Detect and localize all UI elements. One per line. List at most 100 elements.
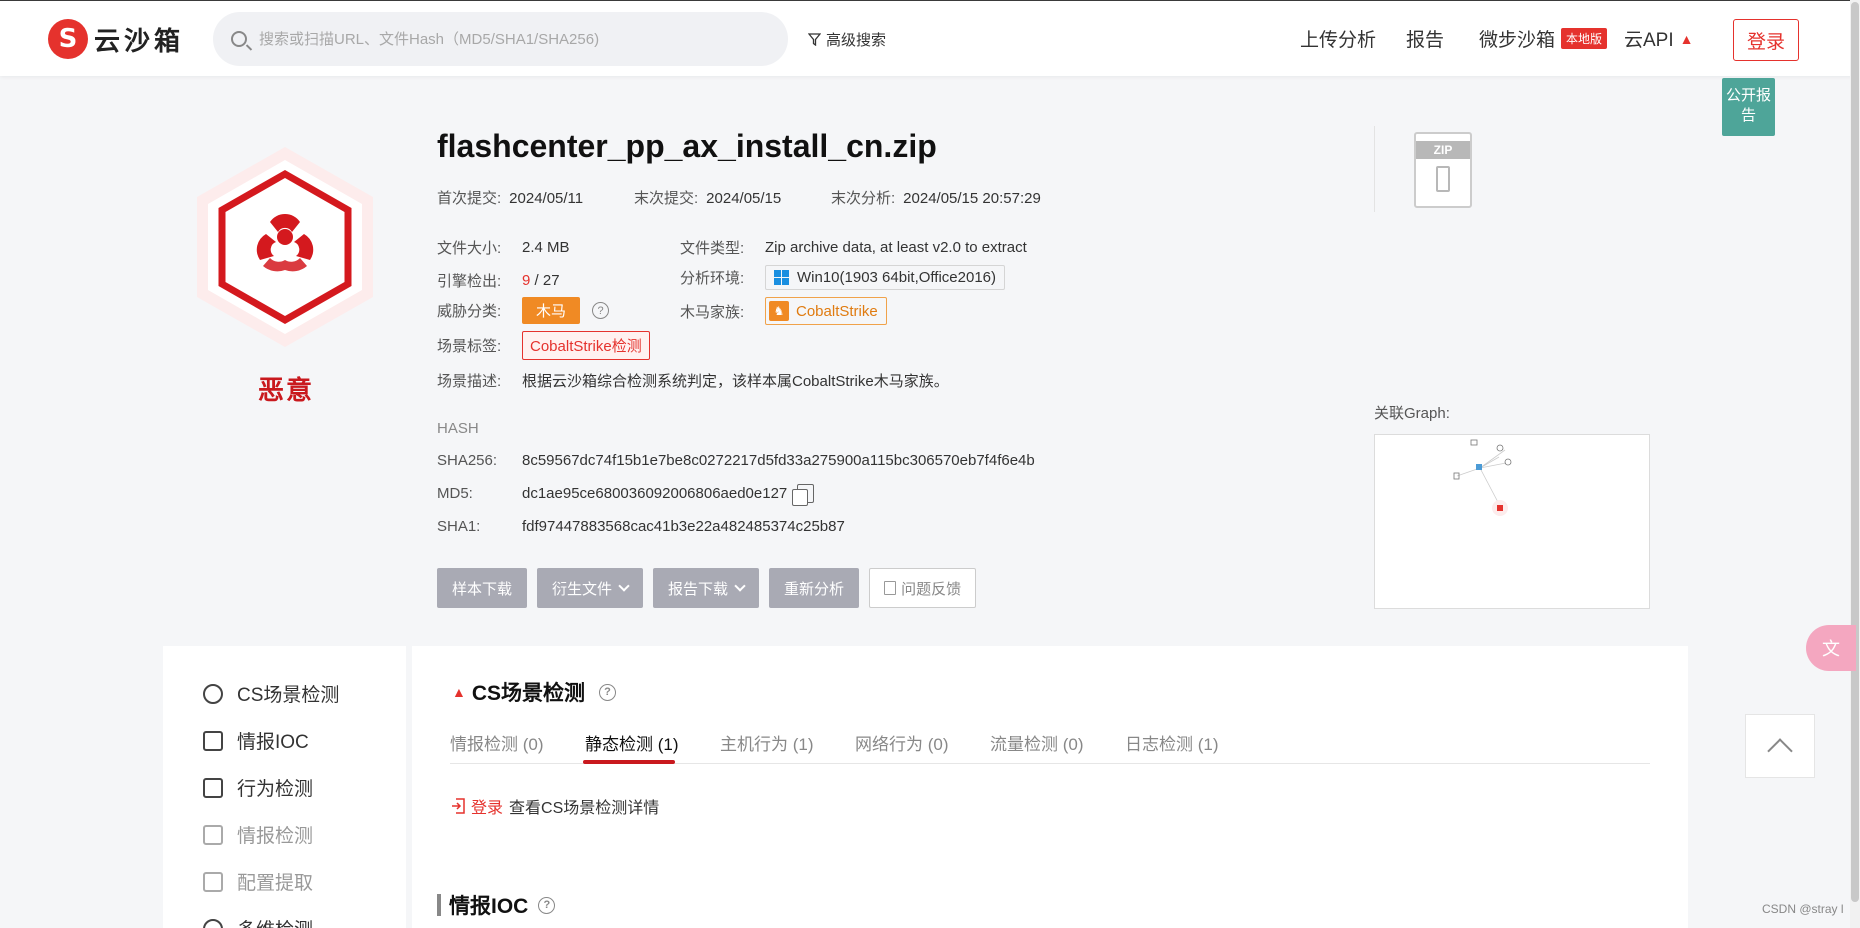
sidebar-item-config-extract[interactable]: 配置提取 (203, 868, 313, 895)
sample-download-button[interactable]: 样本下载 (437, 568, 528, 608)
search-icon (231, 31, 247, 47)
nav-cloud-api[interactable]: 云API ▲ (1624, 25, 1693, 52)
file-type-label: 文件类型: (680, 240, 745, 257)
action-buttons: 样本下载 衍生文件 报告下载 重新分析 问题反馈 (437, 568, 977, 608)
sidebar-item-intel-detect[interactable]: 情报检测 (203, 821, 313, 848)
report-download-label: 报告下载 (668, 580, 729, 598)
file-type-value: Zip archive data, at least v2.0 to extra… (765, 239, 1027, 256)
sidebar-item-behavior[interactable]: 行为检测 (203, 774, 313, 801)
md5-value[interactable]: dc1ae95ce680036092006806aed0e127 (522, 485, 787, 502)
horse-icon: ♞ (769, 301, 789, 321)
first-submit: 首次提交: 2024/05/11 (437, 187, 583, 208)
feedback-button[interactable]: 问题反馈 (869, 568, 977, 608)
sha256-value[interactable]: 8c59567dc74f15b1e7be8c0272217d5fd33a2759… (522, 452, 1035, 469)
engine-hits-row: 引擎检出: 9 / 27 (437, 270, 560, 291)
edit-icon (203, 730, 223, 751)
public-report-badge[interactable]: 公开报告 (1722, 78, 1775, 136)
intel-ioc-section-title: 情报IOC ? (437, 890, 556, 920)
sidebar-item-cs-scene[interactable]: CS场景检测 (203, 680, 339, 707)
logo[interactable]: S 云沙箱 (48, 19, 184, 59)
last-analysis: 末次分析: 2024/05/15 20:57:29 (831, 187, 1041, 208)
watermark: CSDN @stray l (1762, 902, 1844, 916)
sidebar-item-label: 多维检测 (237, 915, 313, 928)
vertical-divider (1374, 126, 1375, 212)
tab-host-behavior[interactable]: 主机行为 (1) (720, 730, 814, 755)
section-bar (437, 894, 441, 916)
tab-static-detect[interactable]: 静态检测 (1) (585, 730, 679, 755)
local-version-badge: 本地版 (1561, 28, 1608, 49)
scene-tag-row: 场景标签: CobaltStrike检测 (437, 331, 650, 360)
engine-hits-label: 引擎检出: (437, 273, 502, 290)
nav-micro-sandbox[interactable]: 微步沙箱 本地版 (1479, 25, 1608, 52)
feedback-label: 问题反馈 (901, 580, 962, 598)
sha256-label: SHA256: (437, 452, 498, 469)
sidebar-item-label: 行为检测 (237, 779, 314, 800)
sidebar: CS场景检测 情报IOC 行为检测 情报检测 配置提取 多维检测 (163, 646, 406, 928)
page-scrollbar[interactable] (1850, 0, 1860, 928)
last-submit-label: 末次提交: (634, 190, 699, 207)
sha1-value[interactable]: fdf97447883568cac41b3e22a482485374c25b87 (522, 518, 845, 535)
threat-row: 威胁分类: 木马? (437, 297, 610, 324)
family-value: CobaltStrike (796, 302, 878, 320)
login-button[interactable]: 登录 (1733, 19, 1799, 61)
family-badge[interactable]: ♞ CobaltStrike (765, 297, 887, 325)
last-analysis-value: 2024/05/15 20:57:29 (903, 190, 1041, 207)
zip-label: ZIP (1416, 141, 1470, 159)
chevron-down-icon (734, 580, 746, 592)
top-navbar: S 云沙箱 高级搜索 上传分析 报告 微步沙箱 本地版 云API ▲ 登录 (0, 0, 1860, 76)
env-badge: Win10(1903 64bit,Office2016) (765, 265, 1006, 290)
zip-file-icon: ZIP (1414, 132, 1472, 208)
scrollbar-thumb[interactable] (1851, 2, 1859, 902)
advanced-search-button[interactable]: 高级搜索 (808, 29, 886, 50)
file-size-value: 2.4 MB (522, 239, 570, 256)
intel-ioc-title-text: 情报IOC (449, 895, 529, 918)
engine-total-value: / 27 (534, 272, 560, 289)
translate-icon[interactable]: 文 (1806, 625, 1856, 671)
back-to-top-button[interactable] (1745, 714, 1815, 778)
tools-icon (203, 871, 223, 892)
file-type-row: 文件类型: Zip archive data, at least v2.0 to … (680, 237, 1027, 258)
threat-tag[interactable]: 木马 (522, 297, 581, 324)
graph-label: 关联Graph: (1374, 405, 1450, 422)
help-icon[interactable]: ? (592, 302, 610, 319)
help-icon[interactable]: ? (538, 896, 556, 914)
nav-upload[interactable]: 上传分析 (1300, 25, 1376, 52)
malicious-hexagon-icon (190, 142, 380, 352)
fire-icon: ▲ (452, 684, 466, 700)
tab-network-behavior[interactable]: 网络行为 (0) (855, 730, 949, 755)
scene-desc-value: 根据云沙箱综合检测系统判定，该样本属CobaltStrike木马家族。 (522, 373, 949, 390)
sidebar-item-multi-detect[interactable]: 多维检测 (203, 915, 313, 928)
chevron-up-icon (1767, 738, 1793, 764)
nav-reports-label: 报告 (1406, 30, 1445, 51)
sidebar-item-label: 情报检测 (237, 826, 314, 847)
family-label: 木马家族: (680, 303, 745, 321)
reanalyze-button[interactable]: 重新分析 (769, 568, 860, 608)
report-download-button[interactable]: 报告下载 (653, 568, 760, 608)
chevron-down-icon (618, 580, 630, 592)
help-icon[interactable]: ? (599, 683, 617, 701)
sha1-row: SHA1: fdf97447883568cac41b3e22a482485374c… (437, 518, 845, 535)
sidebar-item-intel-ioc[interactable]: 情报IOC (203, 727, 309, 754)
tab-intel-detect[interactable]: 情报检测 (0) (450, 730, 544, 755)
file-size-label: 文件大小: (437, 240, 502, 257)
login-link[interactable]: 登录 (471, 794, 503, 818)
tab-traffic-detect[interactable]: 流量检测 (0) (990, 730, 1084, 755)
copy-icon[interactable] (792, 484, 815, 506)
login-hint: 登录 查看CS场景检测详情 (451, 794, 659, 818)
windows-icon (774, 270, 789, 285)
tab-log-detect[interactable]: 日志检测 (1) (1125, 730, 1219, 755)
search-bar[interactable] (213, 12, 788, 66)
clock-icon (203, 918, 223, 928)
scene-desc-label: 场景描述: (437, 373, 502, 390)
scene-tag-badge[interactable]: CobaltStrike检测 (522, 331, 650, 360)
derived-files-label: 衍生文件 (552, 580, 613, 598)
md5-label: MD5: (437, 485, 473, 502)
derived-files-button[interactable]: 衍生文件 (537, 568, 644, 608)
relation-graph[interactable] (1374, 434, 1650, 609)
first-submit-label: 首次提交: (437, 190, 502, 207)
reanalyze-label: 重新分析 (784, 580, 845, 598)
verdict-label: 恶意 (258, 375, 315, 405)
nav-reports[interactable]: 报告 (1406, 25, 1444, 52)
detection-tabs: 情报检测 (0) 静态检测 (1) 主机行为 (1) 网络行为 (0) 流量检测… (450, 728, 1650, 764)
search-input[interactable] (259, 30, 759, 48)
